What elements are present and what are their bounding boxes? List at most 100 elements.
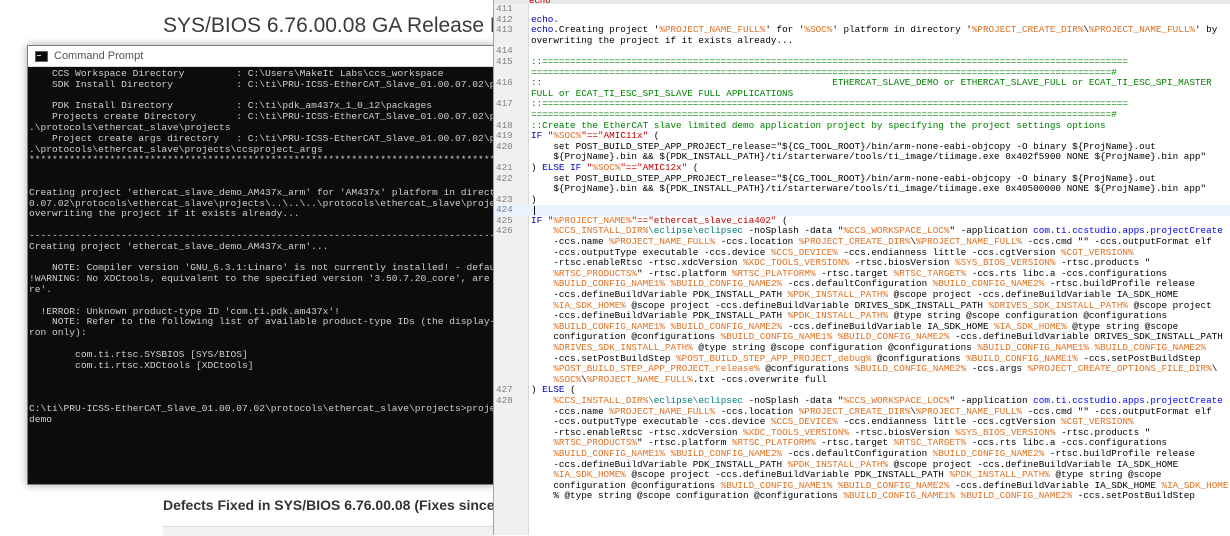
code-line[interactable]: ${ProjName}.bin && ${PDK_INSTALL_PATH}/t… — [494, 152, 1230, 163]
code-token: " -application — [949, 226, 1034, 237]
code-text: %CCS_INSTALL_DIR%\eclipse\eclipsec -noSp… — [531, 396, 1223, 407]
code-line[interactable]: %DRIVES_SDK_INSTALL_PATH% @type string @… — [494, 343, 1230, 354]
code-text: %RTSC_PRODUCTS%" -rtsc.platform %RTSC_PL… — [531, 269, 1167, 280]
code-line[interactable]: %RTSC_PRODUCTS%" -rtsc.platform %RTSC_PL… — [494, 269, 1230, 280]
code-line[interactable]: -ccs.name %PROJECT_NAME_FULL% -ccs.locat… — [494, 237, 1230, 248]
code-line[interactable]: 422 set POST_BUILD_STEP_APP_PROJECT_rele… — [494, 174, 1230, 185]
code-line[interactable]: 428 %CCS_INSTALL_DIR%\eclipse\eclipsec -… — [494, 396, 1230, 407]
code-line[interactable]: 414 — [494, 46, 1230, 57]
code-token: %BUILD_CONFIG_NAME2% — [932, 279, 1045, 290]
code-line[interactable]: % @type string @scope configuration @con… — [494, 491, 1230, 502]
code-token: %BUILD_CONFIG_NAME2% — [670, 321, 783, 332]
code-token: -rtsc.enableRtsc -rtsc.xdcVersion — [531, 258, 744, 269]
code-line[interactable]: 425 IF "%PROJECT_NAME%"=="ethercat_slave_… — [494, 216, 1230, 227]
code-line[interactable]: -rtsc.enableRtsc -rtsc.xdcVersion %XDC_T… — [494, 428, 1230, 439]
code-line[interactable]: -ccs.outputType executable -ccs.device %… — [494, 417, 1230, 428]
code-line[interactable]: %SOC%\%PROJECT_NAME_FULL%.txt -ccs.overw… — [494, 375, 1230, 386]
code-line-current[interactable]: 424 — [494, 205, 1230, 216]
code-line[interactable]: -ccs.name %PROJECT_NAME_FULL% -ccs.locat… — [494, 407, 1230, 418]
code-text: -ccs.setPostBuildStep %POST_BUILD_STEP_A… — [531, 354, 1200, 365]
code-line[interactable]: configuration @configurations %BUILD_CON… — [494, 481, 1230, 492]
code-line[interactable]: %BUILD_CONFIG_NAME1% %BUILD_CONFIG_NAME2… — [494, 449, 1230, 460]
code-token: %SYS_BIOS_VERSION% — [955, 258, 1056, 269]
line-number: 424 — [496, 205, 513, 216]
code-token: -ccs.cmd "" -ccs.outputFormat elf — [1022, 237, 1212, 248]
code-token: -ccs.name — [531, 406, 610, 417]
code-token: ) — [531, 162, 543, 173]
code-line[interactable]: ${ProjName}.bin && ${PDK_INSTALL_PATH}/t… — [494, 184, 1230, 195]
command-prompt-output[interactable]: CCS Workspace Directory : C:\Users\MakeI… — [28, 67, 494, 425]
code-line[interactable]: -ccs.outputType executable -ccs.device %… — [494, 248, 1230, 259]
code-token: com.ti.ccstudio.apps.projectCreate — [1033, 395, 1223, 406]
code-token: .Creating project ' — [553, 25, 660, 36]
code-line[interactable]: -ccs.defineBuildVariable PDK_INSTALL_PAT… — [494, 460, 1230, 471]
code-line[interactable]: -ccs.setPostBuildStep %POST_BUILD_STEP_A… — [494, 354, 1230, 365]
code-token: @type string @scope configuration @confi… — [888, 311, 1168, 322]
code-line[interactable]: -ccs.defineBuildVariable PDK_INSTALL_PAT… — [494, 311, 1230, 322]
code-token: %BUILD_CONFIG_NAME1% — [553, 448, 665, 459]
code-text: -ccs.defineBuildVariable PDK_INSTALL_PAT… — [531, 290, 1178, 301]
code-line[interactable]: %BUILD_CONFIG_NAME1% %BUILD_CONFIG_NAME2… — [494, 322, 1230, 333]
code-line[interactable]: 427) ELSE ( — [494, 385, 1230, 396]
code-token: %CGT_VERSION% — [1061, 247, 1134, 258]
line-number: 415 — [496, 56, 513, 67]
code-line[interactable]: -rtsc.enableRtsc -rtsc.xdcVersion %XDC_T… — [494, 258, 1230, 269]
code-line[interactable]: 413 echo.Creating project '%PROJECT_NAME_… — [494, 25, 1230, 36]
code-line[interactable]: -ccs.defineBuildVariable PDK_INSTALL_PAT… — [494, 290, 1230, 301]
code-line[interactable]: 415::===================================… — [494, 57, 1230, 68]
code-text: set POST_BUILD_STEP_APP_PROJECT_release=… — [531, 174, 1156, 185]
code-token: "=="ethercat_slave_cia402" — [631, 215, 777, 226]
code-editor-window[interactable]: echo 411 412 echo. 413 echo.Creating project… — [493, 0, 1230, 535]
code-line[interactable]: %IA_SDK_HOME% @scope project -ccs.define… — [494, 470, 1230, 481]
console-line: com.ti.rtsc.SYSBIOS [SYS/BIOS] — [29, 349, 248, 360]
line-number: 427 — [496, 385, 513, 396]
code-line[interactable]: 416:: ETHERCAT_SLAVE_DEMO or ETHERCAT_SL… — [494, 78, 1230, 89]
line-number: 425 — [496, 215, 513, 226]
code-text: set POST_BUILD_STEP_APP_PROJECT_release=… — [531, 142, 1156, 153]
code-line[interactable]: %RTSC_PRODUCTS%" -rtsc.platform %RTSC_PL… — [494, 438, 1230, 449]
code-line[interactable]: %POST_BUILD_STEP_APP_PROJECT_release% @c… — [494, 364, 1230, 375]
code-line[interactable]: 418::Create the EtherCAT slave limited d… — [494, 121, 1230, 132]
code-line[interactable]: %BUILD_CONFIG_NAME1% %BUILD_CONFIG_NAME2… — [494, 279, 1230, 290]
code-token: echo — [531, 25, 554, 36]
code-token: -ccs.defineBuildVariable PDK_INSTALL_PAT… — [531, 459, 788, 470]
code-token: %CGT_VERSION% — [1061, 417, 1134, 428]
code-text: -ccs.outputType executable -ccs.device %… — [531, 417, 1134, 428]
command-prompt-titlebar[interactable]: Command Prompt — [28, 46, 494, 67]
code-token: " -rtsc.platform — [637, 438, 732, 449]
code-token: %PROJECT_NAME_FULL% — [659, 25, 766, 36]
code-text: %RTSC_PRODUCTS%" -rtsc.platform %RTSC_PL… — [531, 438, 1167, 449]
code-token: " -rtsc.platform — [637, 268, 732, 279]
code-line[interactable]: 426 %CCS_INSTALL_DIR%\eclipse\eclipsec -… — [494, 226, 1230, 237]
code-line[interactable]: 417::===================================… — [494, 99, 1230, 110]
code-token: ) — [531, 194, 537, 205]
defects-fixed-heading: Defects Fixed in SYS/BIOS 6.76.00.08 (Fi… — [163, 497, 518, 513]
code-line[interactable]: 420 set POST_BUILD_STEP_APP_PROJECT_rele… — [494, 142, 1230, 153]
code-line[interactable]: 421) ELSE IF "%SOC%"=="AMIC12x" ( — [494, 163, 1230, 174]
code-text: -ccs.name %PROJECT_NAME_FULL% -ccs.locat… — [531, 237, 1212, 248]
code-token: -ccs.name — [531, 237, 610, 248]
code-line[interactable]: 411 — [494, 4, 1230, 15]
code-line[interactable]: ========================================… — [494, 110, 1230, 121]
code-token: \ — [1211, 364, 1218, 375]
code-line[interactable]: 423) — [494, 195, 1230, 206]
command-prompt-window[interactable]: Command Prompt CCS Workspace Directory :… — [27, 45, 495, 485]
code-token: -rtsc.products " — [1055, 258, 1151, 269]
code-line[interactable]: 419 IF "%SOC%"=="AMIC11x" ( — [494, 131, 1230, 142]
code-token: @scope project -ccs.defineBuildVariable … — [888, 290, 1179, 301]
console-line: !WARNING: No XDCtools, equivalent to the… — [29, 274, 494, 285]
code-line[interactable]: %IA_SDK_HOME% @scope project -ccs.define… — [494, 301, 1230, 312]
code-line[interactable]: ========================================… — [494, 68, 1230, 79]
code-line[interactable]: 412 echo. — [494, 15, 1230, 26]
code-line[interactable]: overwriting the project if it exists alr… — [494, 36, 1230, 47]
code-line[interactable]: configuration @configurations %BUILD_CON… — [494, 332, 1230, 343]
code-token: %POST_BUILD_STEP_APP_PROJECT_release% — [553, 364, 760, 375]
code-text: IF "%PROJECT_NAME%"=="ethercat_slave_cia… — [531, 216, 788, 227]
code-token: ::Create the EtherCAT slave limited demo… — [531, 120, 1106, 131]
code-line[interactable]: FULL or ECAT_TI_ESC_SPI_SLAVE FULL APPLI… — [494, 89, 1230, 100]
code-text-area[interactable]: 411 412 echo. 413 echo.Creating project '%PR… — [494, 4, 1230, 502]
code-token: \eclipse\eclipsec — [648, 395, 744, 406]
